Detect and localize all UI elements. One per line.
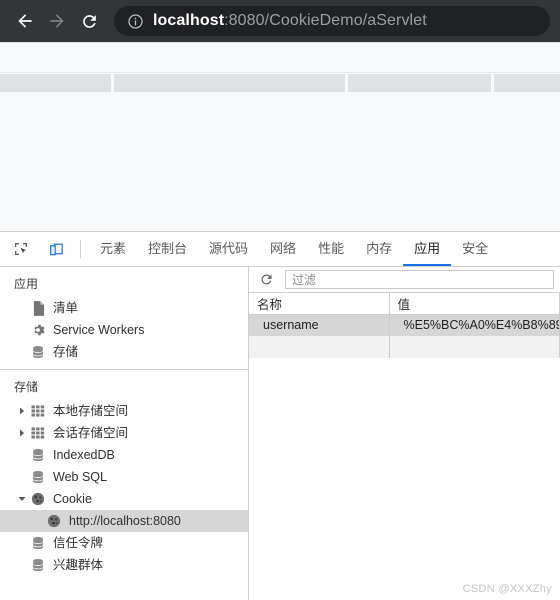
cookies-table-body: username %E5%BC%A0%E4%B8%89 (249, 314, 560, 358)
table-icon (30, 425, 46, 441)
tree-item-storage-5-selected[interactable]: http://localhost:8080 (0, 510, 248, 532)
table-icon (30, 403, 46, 419)
tree-item-application-2[interactable]: 存储 (0, 341, 248, 363)
forward-button[interactable] (42, 6, 72, 36)
column-header-0[interactable]: 名称 (249, 293, 390, 315)
section-title-storage: 存储 (14, 380, 39, 394)
cookie-value-cell: %E5%BC%A0%E4%B8%89 (389, 314, 560, 336)
toolbar-divider (80, 240, 81, 258)
empty-cell (389, 336, 560, 358)
storage-item-list: 本地存储空间 会话存储空间 IndexedDB Web SQL Cookie http:/… (0, 400, 248, 576)
chevron-right-icon[interactable] (16, 407, 28, 415)
chevron-right-icon[interactable] (16, 429, 28, 437)
address-bar[interactable]: localhost:8080/CookieDemo/aServlet (114, 6, 550, 36)
back-button[interactable] (10, 6, 40, 36)
table-row[interactable]: username %E5%BC%A0%E4%B8%89 (249, 314, 560, 336)
tree-item-label: 信任令牌 (53, 535, 104, 550)
cookies-toolbar (249, 267, 560, 293)
browser-toolbar: localhost:8080/CookieDemo/aServlet (0, 0, 560, 42)
reload-button[interactable] (74, 6, 104, 36)
page-strip-cell (348, 74, 492, 92)
cookie-name-cell: username (249, 314, 390, 336)
url-host: localhost (153, 12, 225, 29)
tree-item-label: http://localhost:8080 (69, 513, 181, 528)
tree-item-storage-3[interactable]: Web SQL (0, 466, 248, 488)
database-icon (30, 447, 46, 463)
section-title-application: 应用 (14, 277, 39, 291)
application-item-list: 清单 Service Workers 存储 (0, 297, 248, 363)
cookies-table-head: 名称值 (249, 293, 560, 315)
chevron-down-icon[interactable] (16, 495, 28, 503)
tree-item-label: 兴趣群体 (53, 557, 104, 572)
page-strip-topline (0, 72, 560, 73)
tab-0[interactable]: 元素 (89, 232, 137, 266)
database-icon (30, 557, 46, 573)
tab-2[interactable]: 源代码 (198, 232, 259, 266)
tab-1[interactable]: 控制台 (137, 232, 198, 266)
cookies-header-row: 名称值 (249, 293, 560, 315)
site-info-icon[interactable] (126, 12, 144, 30)
tree-item-label: 清单 (53, 300, 79, 315)
tab-3[interactable]: 网络 (259, 232, 307, 266)
devtools-tab-list: 元素 控制台 源代码 网络 性能 内存 应用 安全 (89, 232, 499, 266)
tree-item-label: Cookie (53, 491, 92, 506)
tree-item-label: 会话存储空间 (53, 425, 129, 440)
tab-4[interactable]: 性能 (307, 232, 355, 266)
back-arrow-icon (18, 14, 32, 28)
manifest-icon (30, 300, 46, 316)
page-strip-cell (494, 74, 560, 92)
tree-item-application-1[interactable]: Service Workers (0, 319, 248, 341)
application-sidebar: 应用 清单 Service Workers 存储 存储 本地存储空间 会话存储空间 In… (0, 267, 249, 600)
page-viewport (0, 42, 560, 231)
url-path: :8080/CookieDemo/aServlet (224, 12, 427, 29)
tree-item-storage-0[interactable]: 本地存储空间 (0, 400, 248, 422)
page-strip-cell (0, 74, 112, 92)
table-row-empty (249, 336, 560, 358)
devtools-tabbar: 元素 控制台 源代码 网络 性能 内存 应用 安全 (0, 232, 560, 267)
tree-item-storage-2[interactable]: IndexedDB (0, 444, 248, 466)
database-icon (30, 344, 46, 360)
tree-item-storage-7[interactable]: 兴趣群体 (0, 554, 248, 576)
database-icon (30, 535, 46, 551)
page-table-header-strip (0, 74, 560, 92)
devtools-body: 应用 清单 Service Workers 存储 存储 本地存储空间 会话存储空间 In… (0, 267, 560, 600)
filter-input[interactable] (285, 270, 554, 289)
tree-item-storage-1[interactable]: 会话存储空间 (0, 422, 248, 444)
tree-item-label: 本地存储空间 (53, 403, 129, 418)
inspect-element-icon[interactable] (7, 235, 35, 263)
devtools-panel: 元素 控制台 源代码 网络 性能 内存 应用 安全 应用 清单 Service Workers 存… (0, 231, 560, 600)
tab-5[interactable]: 内存 (355, 232, 403, 266)
tree-item-application-0[interactable]: 清单 (0, 297, 248, 319)
forward-arrow-icon (50, 14, 64, 28)
cookie-icon (46, 513, 62, 529)
cookie-icon (30, 491, 46, 507)
address-bar-url: localhost:8080/CookieDemo/aServlet (153, 12, 427, 30)
tree-item-label: Service Workers (53, 322, 145, 337)
tree-item-storage-6[interactable]: 信任令牌 (0, 532, 248, 554)
page-strip-cell (114, 74, 346, 92)
reload-icon (82, 14, 96, 28)
tree-item-label: IndexedDB (53, 447, 115, 462)
page-top-hairline (0, 42, 560, 43)
tab-7[interactable]: 安全 (451, 232, 499, 266)
database-icon (30, 469, 46, 485)
watermark: CSDN @XXXZhy (462, 583, 552, 595)
tree-item-label: Web SQL (53, 469, 107, 484)
gear-icon (30, 322, 46, 338)
tree-item-storage-4[interactable]: Cookie (0, 488, 248, 510)
column-header-1[interactable]: 值 (389, 293, 560, 315)
tree-item-label: 存储 (53, 344, 79, 359)
device-toolbar-icon[interactable] (42, 235, 70, 263)
cookies-panel: 名称值 username%E5%BC%A0%E4%B8%89 CSDN @XXX… (249, 267, 560, 600)
refresh-icon[interactable] (255, 269, 277, 291)
tab-6-active[interactable]: 应用 (403, 232, 452, 266)
empty-cell (249, 336, 390, 358)
cookies-table: 名称值 username %E5%BC%A0%E4%B8%89 (249, 293, 560, 358)
